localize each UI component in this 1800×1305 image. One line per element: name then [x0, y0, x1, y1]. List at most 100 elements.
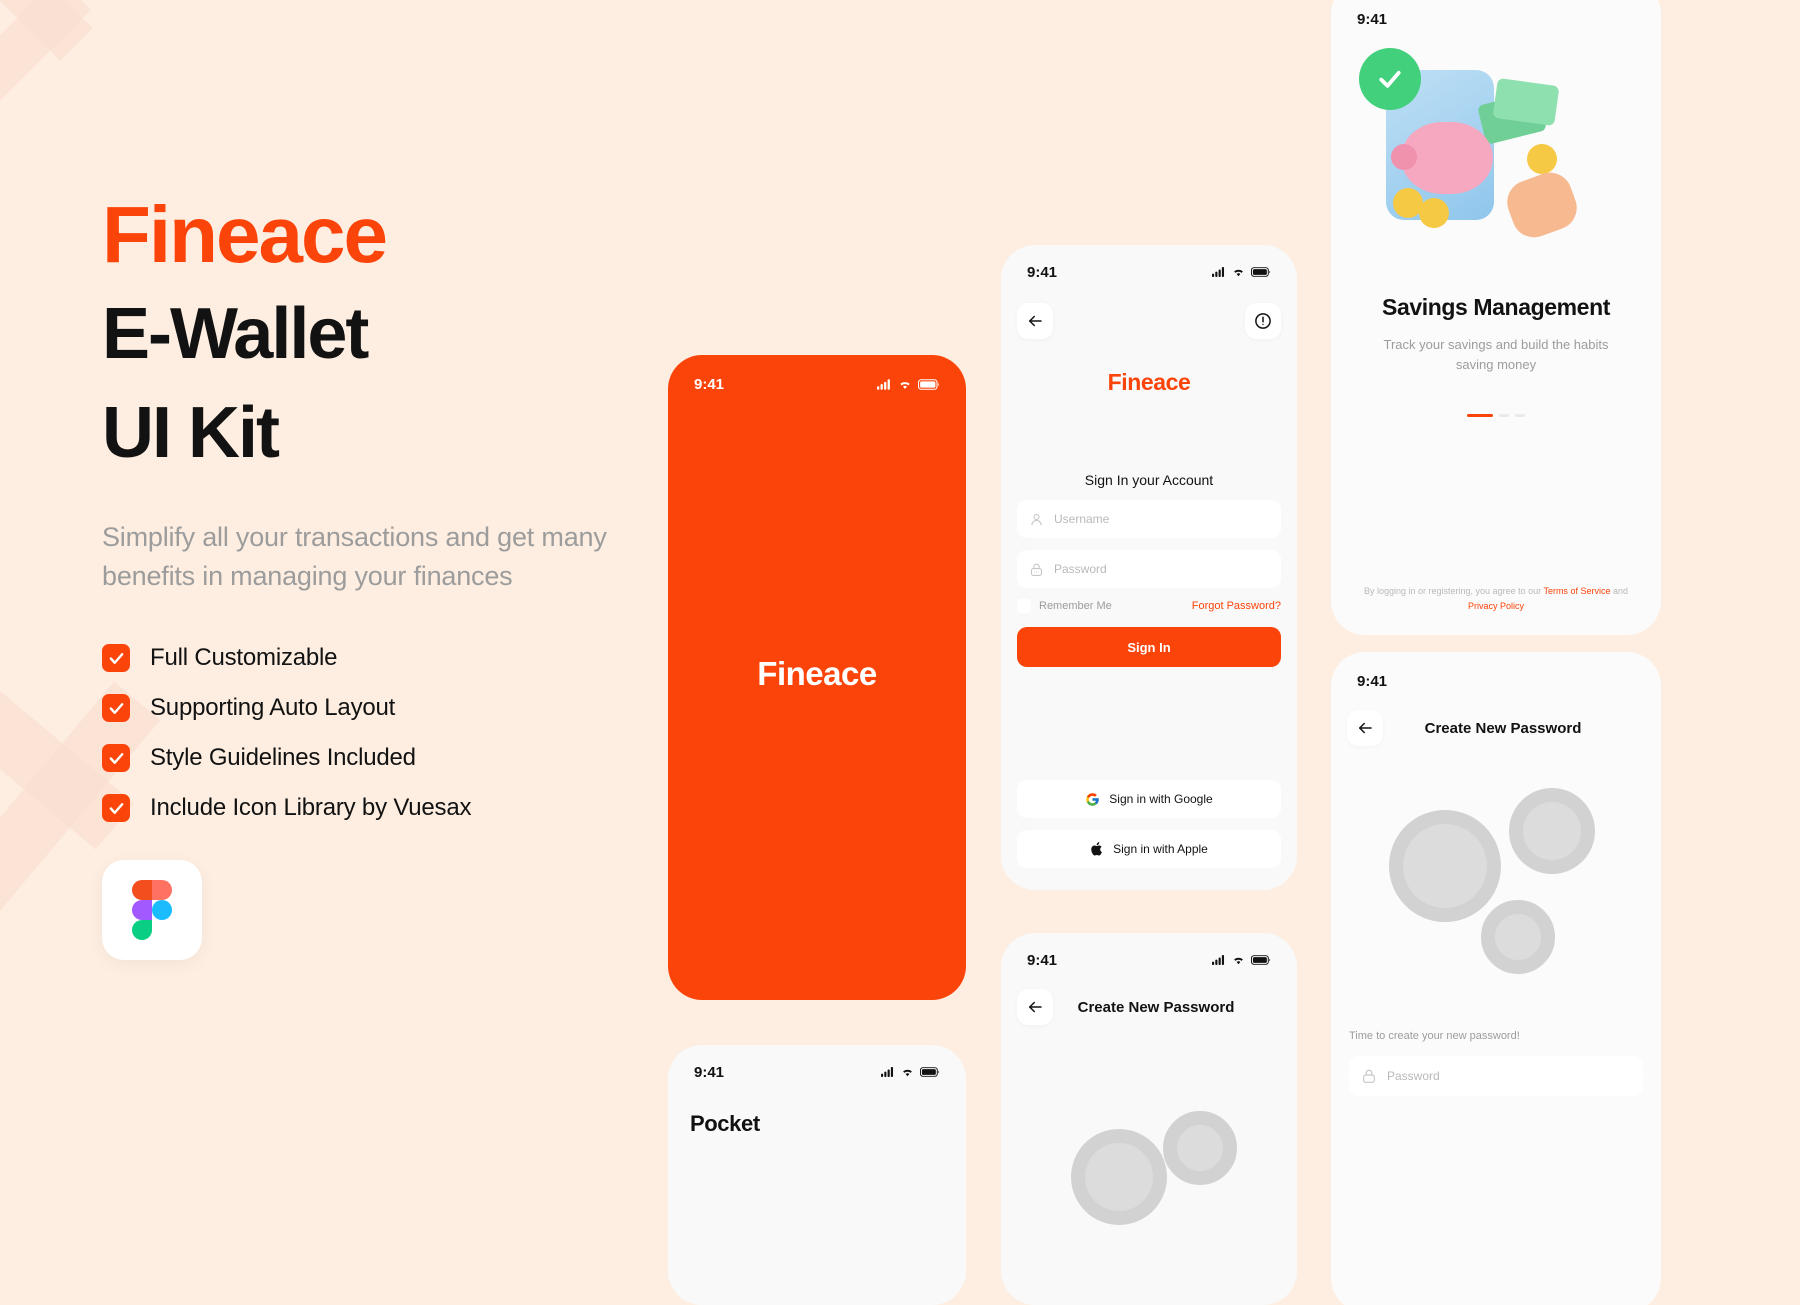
illustration-coin	[1527, 144, 1557, 174]
cellular-icon	[1212, 955, 1225, 965]
status-time: 9:41	[1027, 951, 1058, 969]
gear-icon	[1389, 810, 1501, 922]
info-button[interactable]	[1245, 303, 1281, 339]
create-password-topbar: Create New Password	[1331, 698, 1661, 746]
privacy-link[interactable]: Privacy Policy	[1468, 601, 1524, 611]
wifi-icon	[1234, 269, 1243, 277]
forgot-password-link[interactable]: Forgot Password?	[1192, 600, 1281, 612]
new-password-placeholder: Password	[1387, 1069, 1440, 1083]
gear-icon	[1509, 788, 1595, 874]
status-bar: 9:41	[1001, 943, 1297, 977]
background-watermark	[0, 0, 93, 61]
figma-logo	[132, 880, 172, 940]
create-password-topbar: Create New Password	[1001, 977, 1297, 1025]
list-item: Style Guidelines Included	[102, 744, 742, 772]
terms-link[interactable]: Terms of Service	[1543, 586, 1610, 596]
back-button[interactable]	[1017, 989, 1053, 1025]
check-icon	[102, 644, 130, 672]
status-time: 9:41	[694, 1063, 725, 1081]
apple-signin-label: Sign in with Apple	[1113, 842, 1208, 856]
page-title: Pocket	[690, 1111, 760, 1136]
battery-icon	[920, 1067, 940, 1077]
illustration-hand	[1501, 166, 1583, 244]
feature-label: Include Icon Library by Vuesax	[150, 794, 472, 821]
legal-mid: and	[1610, 586, 1628, 597]
create-password-screen-center: 9:41 Create New Password	[1001, 933, 1297, 1305]
status-bar: 9:41	[1001, 255, 1297, 289]
battery-icon	[1251, 267, 1271, 277]
page-title: Create New Password	[1424, 719, 1582, 737]
status-time: 9:41	[694, 375, 725, 393]
signin-screen: 9:41 Fineace Sign In your Account Userna…	[1001, 245, 1297, 890]
feature-list: Full Customizable Supporting Auto Layout…	[102, 644, 742, 822]
status-time: 9:41	[1357, 672, 1388, 690]
brand-name: Fineace	[102, 190, 388, 279]
onboarding-description: Track your savings and build the habits …	[1383, 337, 1609, 372]
wifi-icon	[1234, 957, 1243, 965]
splash-logo: Fineace	[757, 655, 877, 692]
remember-me-label: Remember Me	[1039, 600, 1112, 612]
pagination-dot-active[interactable]	[1467, 414, 1493, 417]
legal-prefix: By logging in or registering, you agree …	[1363, 586, 1544, 597]
user-icon	[1031, 513, 1042, 525]
remember-me-toggle[interactable]: Remember Me	[1017, 599, 1112, 613]
status-time: 9:41	[1357, 10, 1388, 28]
gears-3d-illustration	[1331, 780, 1661, 1030]
signin-logo: Fineace	[1107, 369, 1191, 395]
wifi-icon	[900, 381, 910, 389]
new-password-field[interactable]: Password	[1349, 1056, 1643, 1096]
username-field[interactable]: Username	[1017, 500, 1281, 538]
apple-icon	[1091, 842, 1102, 856]
splash-screen: 9:41 Fineace	[668, 355, 966, 1000]
cellular-icon	[881, 1067, 894, 1077]
list-item: Full Customizable	[102, 644, 742, 672]
arrow-left-icon	[1029, 315, 1042, 327]
battery-icon	[918, 378, 940, 390]
hero-title-line2: UI Kit	[102, 393, 280, 474]
onboarding-screen: 9:41 Savings Management Track your savin…	[1331, 0, 1661, 635]
feature-label: Full Customizable	[150, 644, 338, 671]
page-title: Create New Password	[1077, 998, 1235, 1016]
status-bar: 9:41	[668, 367, 966, 401]
pagination-dot[interactable]	[1499, 414, 1509, 417]
lock-icon	[1030, 563, 1043, 576]
savings-3d-illustration	[1331, 36, 1661, 286]
cellular-icon	[1212, 267, 1225, 277]
illustration-coin	[1419, 198, 1449, 228]
remember-me-checkbox[interactable]	[1017, 599, 1031, 613]
wifi-icon	[903, 1069, 912, 1077]
list-item: Include Icon Library by Vuesax	[102, 794, 742, 822]
pagination-dot[interactable]	[1515, 414, 1525, 417]
illustration-piggybank	[1391, 122, 1493, 194]
status-icons	[1212, 267, 1271, 277]
hero-title-line1: E-Wallet	[102, 294, 369, 374]
hero-section: Fineace E-Wallet UI Kit Simplify all you…	[102, 195, 742, 960]
status-bar: 9:41	[1331, 2, 1661, 36]
gear-icon	[1163, 1111, 1237, 1185]
apple-signin-button[interactable]: Sign in with Apple	[1017, 830, 1281, 868]
check-icon	[102, 794, 130, 822]
status-icons	[1212, 955, 1271, 965]
status-bar: 9:41	[668, 1055, 966, 1089]
list-item: Supporting Auto Layout	[102, 694, 742, 722]
remember-forgot-row: Remember Me Forgot Password?	[1017, 599, 1281, 613]
password-placeholder: Password	[1054, 562, 1107, 576]
back-button[interactable]	[1347, 710, 1383, 746]
check-icon	[1379, 70, 1401, 88]
check-icon	[102, 694, 130, 722]
figma-logo-badge	[102, 860, 202, 960]
gears-3d-illustration	[1001, 1059, 1297, 1305]
password-field[interactable]: Password	[1017, 550, 1281, 588]
illustration-banknote	[1492, 77, 1560, 127]
google-signin-button[interactable]: Sign in with Google	[1017, 780, 1281, 818]
pagination-dots	[1331, 414, 1661, 417]
arrow-left-icon	[1029, 1001, 1042, 1013]
battery-icon	[1251, 955, 1271, 965]
signin-button[interactable]: Sign In	[1017, 627, 1281, 667]
arrow-left-icon	[1359, 722, 1372, 734]
status-icons	[881, 1067, 940, 1077]
hero-subtitle: Simplify all your transactions and get m…	[102, 521, 607, 591]
check-icon	[102, 744, 130, 772]
back-button[interactable]	[1017, 303, 1053, 339]
google-icon	[1086, 792, 1100, 806]
